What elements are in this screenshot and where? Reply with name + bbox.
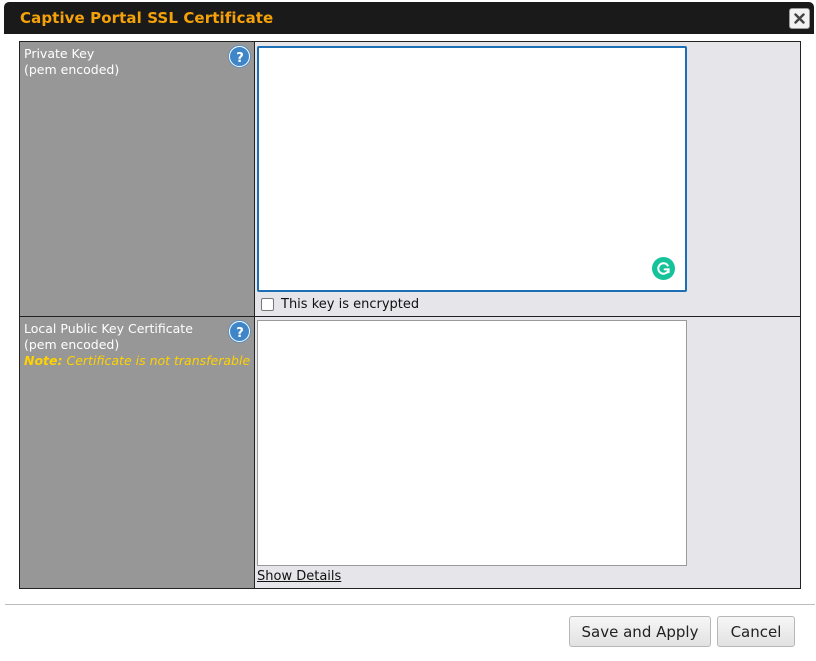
ssl-certificate-dialog: Captive Portal SSL Certificate Private K…: [0, 0, 816, 661]
help-icon: ?: [236, 326, 244, 339]
certificate-form: Private Key (pem encoded) ? This key is …: [19, 41, 801, 589]
private-key-label-line2: (pem encoded): [24, 62, 120, 77]
dialog-title: Captive Portal SSL Certificate: [20, 9, 274, 27]
save-and-apply-button[interactable]: Save and Apply: [569, 616, 711, 647]
private-key-help-button[interactable]: ?: [229, 46, 250, 67]
encrypted-key-row: This key is encrypted: [261, 297, 419, 312]
private-key-label: Private Key (pem encoded): [24, 46, 119, 78]
private-key-textarea[interactable]: [257, 46, 687, 292]
encrypted-key-checkbox[interactable]: [261, 298, 274, 311]
public-cert-help-button[interactable]: ?: [229, 321, 250, 342]
close-button[interactable]: [789, 8, 810, 29]
cancel-button[interactable]: Cancel: [717, 616, 795, 647]
public-cert-label-line2: (pem encoded): [24, 337, 120, 352]
show-details-link[interactable]: Show Details: [257, 569, 341, 584]
grammarly-button[interactable]: [652, 257, 675, 280]
public-cert-textarea[interactable]: [257, 320, 687, 566]
public-cert-label-cell: Local Public Key Certificate (pem encode…: [20, 317, 255, 588]
private-key-label-cell: Private Key (pem encoded) ?: [20, 42, 255, 316]
private-key-label-line1: Private Key: [24, 46, 95, 61]
dialog-titlebar: Captive Portal SSL Certificate: [4, 2, 814, 34]
note-text: Certificate is not transferable: [66, 353, 251, 368]
help-icon: ?: [236, 51, 244, 64]
footer-divider: [5, 604, 815, 605]
public-cert-note: Note: Certificate is not transferable: [24, 353, 250, 369]
encrypted-key-label: This key is encrypted: [281, 297, 420, 312]
public-cert-label: Local Public Key Certificate (pem encode…: [24, 321, 250, 369]
note-prefix: Note:: [24, 353, 63, 368]
public-cert-label-line1: Local Public Key Certificate: [24, 321, 193, 336]
svg-text:?: ?: [236, 326, 244, 339]
svg-text:?: ?: [236, 51, 244, 64]
close-icon: [794, 13, 805, 24]
grammarly-icon: [657, 262, 670, 275]
